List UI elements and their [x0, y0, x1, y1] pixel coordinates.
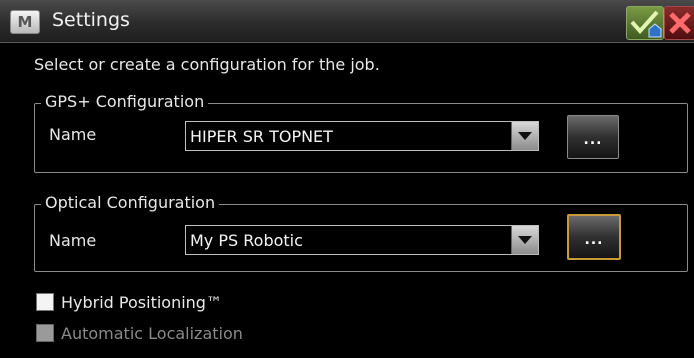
accept-button[interactable]	[626, 6, 664, 40]
chevron-down-icon[interactable]	[511, 226, 538, 254]
window-title: Settings	[52, 9, 130, 31]
optical-configuration-select[interactable]: My PS Robotic	[185, 225, 539, 255]
optical-configuration-group: Optical Configuration Name My PS Robotic…	[34, 193, 688, 272]
gps-configuration-browse-button[interactable]: ...	[567, 115, 619, 159]
close-x-icon	[669, 12, 691, 34]
optical-configuration-value: My PS Robotic	[190, 231, 303, 250]
optical-name-label: Name	[49, 231, 97, 250]
automatic-localization-checkbox	[36, 324, 54, 342]
instruction-text: Select or create a configuration for the…	[34, 55, 380, 74]
gps-configuration-group: GPS+ Configuration Name HIPER SR TOPNET …	[34, 92, 688, 173]
optical-configuration-legend: Optical Configuration	[41, 193, 220, 212]
chevron-down-icon[interactable]	[511, 122, 538, 150]
hybrid-positioning-checkbox[interactable]	[36, 293, 54, 311]
gps-name-label: Name	[49, 125, 97, 144]
automatic-localization-label: Automatic Localization	[61, 324, 243, 343]
gps-configuration-select[interactable]: HIPER SR TOPNET	[185, 121, 539, 151]
optical-configuration-browse-button[interactable]: ...	[567, 214, 621, 260]
gps-configuration-legend: GPS+ Configuration	[41, 92, 209, 111]
automatic-localization-option: Automatic Localization	[36, 324, 243, 343]
cancel-button[interactable]	[664, 6, 694, 40]
app-menu-icon[interactable]: M	[10, 10, 40, 34]
hybrid-positioning-option[interactable]: Hybrid Positioning™	[36, 293, 222, 312]
hybrid-positioning-label: Hybrid Positioning™	[61, 293, 222, 312]
title-bar: M Settings	[0, 0, 694, 43]
gps-configuration-value: HIPER SR TOPNET	[190, 127, 333, 146]
check-home-icon	[630, 10, 662, 38]
